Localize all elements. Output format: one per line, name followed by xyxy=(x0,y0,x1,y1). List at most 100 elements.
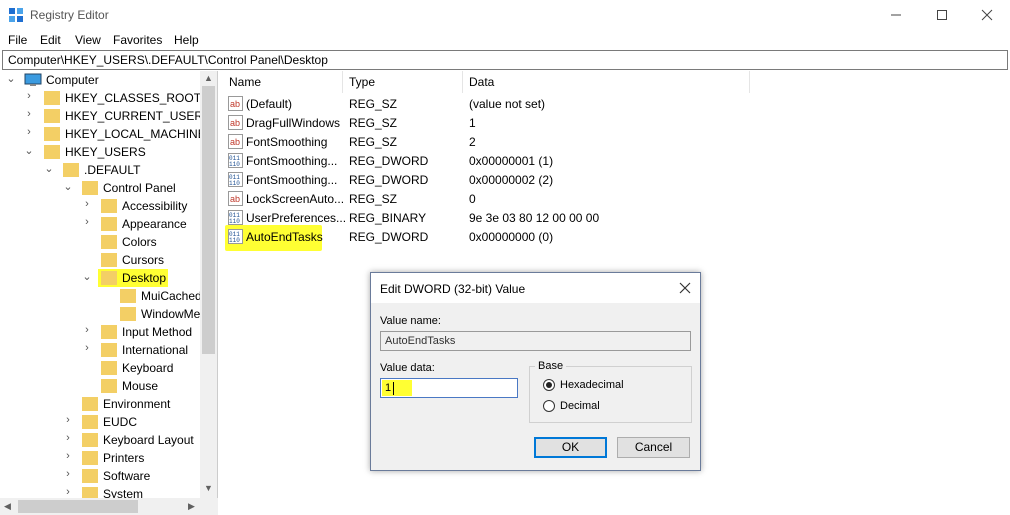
tree-item-computer[interactable]: ⌄ Computer xyxy=(0,71,200,89)
scroll-right-arrow-icon[interactable]: ▶ xyxy=(188,501,195,512)
value-name: DragFullWindows xyxy=(246,116,341,130)
radio-selected-dot xyxy=(546,382,552,388)
list-row[interactable]: ab FontSmoothing REG_SZ 2 xyxy=(222,133,1010,152)
menu-edit[interactable]: Edit xyxy=(40,33,61,47)
list-row[interactable]: 011 110 UserPreferences... REG_BINARY 9e … xyxy=(222,209,1010,228)
column-header-data[interactable]: Data xyxy=(469,75,494,89)
tree-horizontal-scroll-thumb[interactable] xyxy=(18,500,138,513)
tree-item-keyboard-layout[interactable]: › Keyboard Layout xyxy=(0,431,200,449)
chevron-right-icon[interactable]: › xyxy=(82,342,92,354)
column-divider[interactable] xyxy=(342,71,343,93)
scroll-left-arrow-icon[interactable]: ◀ xyxy=(4,501,11,512)
chevron-right-icon[interactable]: › xyxy=(24,90,34,102)
value-name-field: AutoEndTasks xyxy=(380,331,691,351)
chevron-right-icon[interactable]: › xyxy=(82,216,92,228)
scroll-down-arrow-icon[interactable]: ▼ xyxy=(204,483,213,493)
tree-label: MuiCached xyxy=(141,289,202,303)
tree-item-muicached[interactable]: MuiCached xyxy=(0,287,202,305)
chevron-down-icon[interactable]: ⌄ xyxy=(6,72,16,85)
value-name: FontSmoothing xyxy=(246,135,328,149)
tree-item-control-panel[interactable]: ⌄ Control Panel xyxy=(0,179,200,197)
folder-icon xyxy=(82,451,98,465)
tree-item-default[interactable]: ⌄ .DEFAULT xyxy=(0,161,200,179)
tree-item-hkey-local-machine[interactable]: › HKEY_LOCAL_MACHINE xyxy=(0,125,206,143)
value-data: 1 xyxy=(469,116,476,130)
list-row-autoendtasks[interactable]: 011 110 AutoEndTasks REG_DWORD 0x00000000… xyxy=(222,225,1010,251)
column-header-name[interactable]: Name xyxy=(229,75,261,89)
chevron-right-icon[interactable]: › xyxy=(82,324,92,336)
decimal-label[interactable]: Decimal xyxy=(560,400,600,412)
scroll-up-arrow-icon[interactable]: ▲ xyxy=(204,73,213,83)
list-row[interactable]: ab DragFullWindows REG_SZ 1 xyxy=(222,114,1010,133)
computer-icon xyxy=(24,73,42,86)
tree-item-eudc[interactable]: › EUDC xyxy=(0,413,200,431)
tree-item-environment[interactable]: Environment xyxy=(0,395,200,413)
folder-icon xyxy=(101,379,117,393)
hexadecimal-label[interactable]: Hexadecimal xyxy=(560,379,624,391)
chevron-down-icon[interactable]: ⌄ xyxy=(24,144,34,157)
maximize-button[interactable] xyxy=(919,0,965,30)
chevron-right-icon[interactable]: › xyxy=(24,126,34,138)
chevron-down-icon[interactable]: ⌄ xyxy=(63,180,73,193)
address-bar[interactable]: Computer\HKEY_USERS\.DEFAULT\Control Pan… xyxy=(2,50,1008,70)
tree-item-software[interactable]: › Software xyxy=(0,467,200,485)
folder-icon xyxy=(101,217,117,231)
ok-button[interactable]: OK xyxy=(534,437,607,458)
tree-item-windowmetrics[interactable]: WindowMetrics xyxy=(0,305,217,323)
value-type: REG_DWORD xyxy=(349,154,429,168)
chevron-right-icon[interactable]: › xyxy=(63,468,73,480)
decimal-radio[interactable] xyxy=(543,400,555,412)
tree-vertical-scroll-thumb[interactable] xyxy=(202,86,215,354)
list-row[interactable]: 011 110 FontSmoothing... REG_DWORD 0x0000… xyxy=(222,152,1010,171)
close-window-button[interactable] xyxy=(964,0,1010,30)
value-name: FontSmoothing... xyxy=(246,154,338,168)
tree-item-accessibility[interactable]: › Accessibility xyxy=(0,197,200,215)
list-row[interactable]: ab LockScreenAuto... REG_SZ 0 xyxy=(222,190,1010,209)
tree-item-keyboard[interactable]: Keyboard xyxy=(0,359,200,377)
svg-text:110: 110 xyxy=(229,161,240,168)
menu-view[interactable]: View xyxy=(75,33,101,47)
tree-label: HKEY_USERS xyxy=(65,145,146,159)
menu-favorites[interactable]: Favorites xyxy=(113,33,162,47)
tree-item-input-method[interactable]: › Input Method xyxy=(0,323,200,341)
tree-item-appearance[interactable]: › Appearance xyxy=(0,215,200,233)
svg-text:110: 110 xyxy=(229,218,240,225)
menu-file[interactable]: File xyxy=(8,33,27,47)
folder-icon xyxy=(120,289,136,303)
list-row[interactable]: ab (Default) REG_SZ (value not set) xyxy=(222,95,1010,114)
tree-item-desktop[interactable]: ⌄ Desktop xyxy=(0,269,200,287)
column-divider[interactable] xyxy=(749,71,750,93)
chevron-down-icon[interactable]: ⌄ xyxy=(82,270,92,283)
tree-label: Accessibility xyxy=(122,199,188,213)
tree-item-international[interactable]: › International xyxy=(0,341,200,359)
column-divider[interactable] xyxy=(462,71,463,93)
tree-item-cursors[interactable]: Cursors xyxy=(0,251,200,269)
chevron-down-icon[interactable]: ⌄ xyxy=(44,162,54,175)
folder-icon xyxy=(101,253,117,267)
tree-item-hkey-current-user[interactable]: › HKEY_CURRENT_USER xyxy=(0,107,203,125)
tree-item-hkey-users[interactable]: ⌄ HKEY_USERS xyxy=(0,143,200,161)
hexadecimal-radio[interactable] xyxy=(543,379,555,391)
chevron-right-icon[interactable]: › xyxy=(24,108,34,120)
chevron-right-icon[interactable]: › xyxy=(63,450,73,462)
minimize-button[interactable] xyxy=(873,0,919,30)
cancel-button[interactable]: Cancel xyxy=(617,437,690,458)
menu-help[interactable]: Help xyxy=(174,33,199,47)
chevron-right-icon[interactable]: › xyxy=(63,414,73,426)
chevron-right-icon[interactable]: › xyxy=(63,432,73,444)
tree-item-printers[interactable]: › Printers xyxy=(0,449,200,467)
chevron-right-icon[interactable]: › xyxy=(63,486,73,498)
tree-label: Computer xyxy=(46,73,99,87)
tree-item-mouse[interactable]: Mouse xyxy=(0,377,200,395)
tree-item-hkey-classes-root[interactable]: › HKEY_CLASSES_ROOT xyxy=(0,89,201,107)
dialog-close-button[interactable] xyxy=(672,275,698,301)
tree-item-colors[interactable]: Colors xyxy=(0,233,200,251)
list-row[interactable]: 011 110 FontSmoothing... REG_DWORD 0x0000… xyxy=(222,171,1010,190)
value-data: (value not set) xyxy=(469,97,546,111)
column-header-type[interactable]: Type xyxy=(349,75,375,89)
chevron-right-icon[interactable]: › xyxy=(82,198,92,210)
value-data-input[interactable]: 1 xyxy=(380,378,518,398)
value-type: REG_DWORD xyxy=(349,173,429,187)
folder-icon xyxy=(101,235,117,249)
value-data-label: Value data: xyxy=(380,362,435,374)
